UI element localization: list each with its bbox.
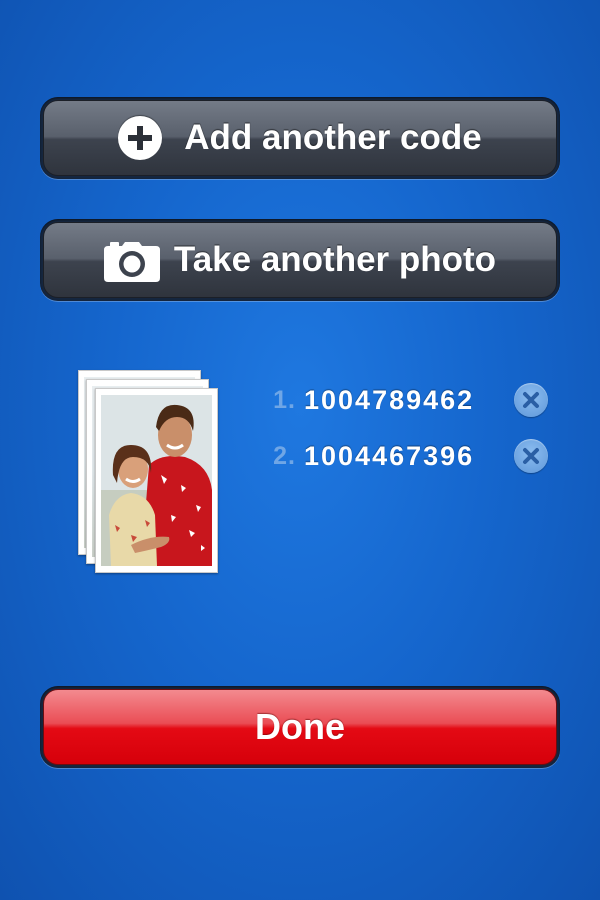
- code-list-item: 1. 1004789462: [262, 372, 562, 428]
- take-photo-button[interactable]: Take another photo: [43, 222, 557, 298]
- close-icon: [523, 448, 539, 464]
- code-value: 1004467396: [304, 440, 475, 471]
- code-index: 1.: [273, 385, 296, 414]
- code-list-item: 2. 1004467396: [262, 428, 562, 484]
- camera-icon: [103, 242, 160, 282]
- remove-code-button[interactable]: [514, 383, 548, 417]
- plus-circle-icon: [118, 116, 163, 160]
- take-photo-label: Take another photo: [173, 240, 497, 279]
- add-code-button-frame: Add another code: [40, 97, 560, 179]
- done-button-frame: Done: [40, 686, 560, 768]
- couple-photo: [101, 395, 212, 566]
- take-photo-button-frame: Take another photo: [40, 219, 560, 301]
- add-code-label: Add another code: [184, 118, 482, 157]
- remove-code-button[interactable]: [514, 439, 548, 473]
- photo-thumbnail: [95, 388, 218, 573]
- photo-stack[interactable]: [78, 370, 223, 580]
- code-index: 2.: [273, 441, 296, 470]
- code-list: 1. 1004789462 2. 1004467396: [262, 372, 562, 484]
- done-button[interactable]: Done: [43, 689, 557, 765]
- close-icon: [523, 392, 539, 408]
- done-label: Done: [255, 706, 345, 747]
- add-code-button[interactable]: Add another code: [43, 100, 557, 176]
- code-value: 1004789462: [304, 384, 475, 415]
